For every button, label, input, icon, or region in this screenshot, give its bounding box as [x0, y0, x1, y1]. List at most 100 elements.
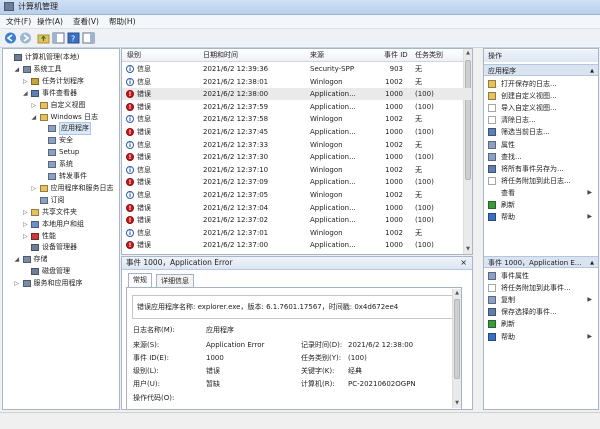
table-row[interactable]: i 信息 2021/6/2 12:37:33 Winlogon 1002 无	[122, 139, 472, 151]
forward-arrow-icon[interactable]	[19, 32, 32, 44]
table-row[interactable]: ! 错误 2021/6/2 12:37:45 Application... 1000 (1…	[122, 126, 472, 138]
menu-action[interactable]: 操作(A)	[37, 16, 63, 27]
table-row[interactable]: i 信息 2021/6/2 12:37:10 Winlogon 1002 无	[122, 164, 472, 176]
scroll-up-icon[interactable]: ▲	[453, 289, 461, 298]
action-refresh[interactable]: 刷新	[484, 318, 598, 330]
detail-scrollbar[interactable]: ▲ ▼	[452, 289, 461, 408]
action-find[interactable]: 查找...	[484, 151, 598, 163]
action-attach-task[interactable]: 将任务附加到此事件...	[484, 282, 598, 294]
help-book-icon[interactable]: ?	[67, 32, 80, 44]
tree-item[interactable]: ▷ 本地用户和组	[3, 219, 119, 230]
computer-icon	[14, 54, 22, 61]
expand-icon[interactable]: ▷	[23, 219, 30, 230]
action-refresh[interactable]: 刷新	[484, 199, 598, 211]
table-row[interactable]: ! 错误 2021/6/2 12:38:00 Application... 1000 (1…	[122, 88, 472, 101]
collapse-up-icon[interactable]: ▲	[590, 65, 594, 77]
collapse-icon[interactable]: ◢	[15, 254, 22, 265]
menu-help[interactable]: 帮助(H)	[109, 16, 136, 27]
scroll-thumb[interactable]	[454, 299, 460, 379]
tree-item[interactable]: ▷ 应用程序和服务日志	[3, 183, 119, 194]
tree-item[interactable]: 磁盘管理	[3, 266, 119, 277]
expand-icon[interactable]: ▷	[32, 183, 39, 194]
action-help[interactable]: 帮助 ▶	[484, 331, 598, 343]
tree-item[interactable]: 设备管理器	[3, 242, 119, 253]
show-actions-pane-icon[interactable]	[82, 32, 95, 44]
menu-view[interactable]: 查看(V)	[73, 16, 99, 27]
table-row[interactable]: i 信息 2021/6/2 12:37:05 Winlogon 1002 无	[122, 189, 472, 201]
action-attach-task[interactable]: 将任务附加到此日志...	[484, 175, 598, 187]
action-open-log[interactable]: 打开保存的日志...	[484, 78, 598, 90]
collapse-icon[interactable]: ◢	[32, 112, 39, 123]
tree-item[interactable]: 系统	[3, 159, 119, 170]
tree-item[interactable]: ▷ 性能	[3, 231, 119, 242]
tree-item[interactable]: 计算机管理(本地)	[3, 52, 119, 63]
tree-item[interactable]: ◢ 事件查看器	[3, 88, 119, 99]
column-header-task-category[interactable]: 任务类别	[415, 50, 443, 60]
cell-level: 信息	[137, 228, 151, 237]
tab-details[interactable]: 详细信息	[156, 274, 194, 287]
tree-item[interactable]: 应用程序	[3, 122, 119, 136]
action-copy[interactable]: 复制 ▶	[484, 294, 598, 306]
menu-file[interactable]: 文件(F)	[6, 16, 31, 27]
tab-general[interactable]: 常规	[128, 273, 152, 288]
table-row[interactable]: i 信息 2021/6/2 12:37:58 Winlogon 1002 无	[122, 113, 472, 125]
expand-icon[interactable]: ▷	[32, 100, 39, 111]
cell-level: 信息	[137, 140, 151, 149]
expand-icon[interactable]: ▷	[15, 278, 22, 289]
tree-item[interactable]: ◢ 系统工具	[3, 64, 119, 75]
table-row[interactable]: i 信息 2021/6/2 12:39:36 Security-SPP 903 无	[122, 63, 472, 75]
column-header-source[interactable]: 来源	[310, 50, 324, 60]
table-row[interactable]: ! 错误 2021/6/2 12:37:02 Application... 1000 (1…	[122, 214, 472, 226]
column-header-datetime[interactable]: 日期和时间	[203, 50, 238, 60]
tree-item[interactable]: ▷ 共享文件夹	[3, 207, 119, 218]
cell-level: 错误	[137, 216, 151, 225]
up-folder-icon[interactable]	[37, 32, 50, 44]
tree-item[interactable]: ◢ 存储	[3, 254, 119, 265]
column-header-event-id[interactable]: 事件 ID	[384, 50, 408, 60]
action-help[interactable]: 帮助 ▶	[484, 211, 598, 223]
collapse-icon[interactable]: ◢	[23, 88, 30, 99]
action-save[interactable]: 将所有事件另存为...	[484, 163, 598, 175]
title-bar: 计算机管理	[0, 0, 600, 15]
expand-icon[interactable]: ▷	[23, 231, 30, 242]
table-row[interactable]: i 信息 2021/6/2 12:37:01 Winlogon 1002 无	[122, 227, 472, 239]
tree-item[interactable]: 订阅	[3, 195, 119, 206]
back-arrow-icon[interactable]	[4, 32, 17, 44]
scroll-up-icon[interactable]: ▲	[464, 49, 472, 58]
table-row[interactable]: ! 错误 2021/6/2 12:37:30 Application... 1000 (1…	[122, 151, 472, 163]
scroll-down-icon[interactable]: ▼	[453, 399, 461, 408]
action-clear-log[interactable]: 清除日志...	[484, 114, 598, 126]
table-row[interactable]: ! 错误 2021/6/2 12:37:04 Application... 1000 (1…	[122, 202, 472, 214]
tree-item[interactable]: ▷ 服务和应用程序	[3, 278, 119, 289]
actions-section-header[interactable]: 应用程序 ▲	[484, 64, 598, 76]
table-row[interactable]: ! 错误 2021/6/2 12:37:00 Application... 1000 (1…	[122, 239, 472, 251]
tree-item[interactable]: Setup	[3, 147, 119, 158]
action-none[interactable]: 查看 ▶	[484, 187, 598, 199]
action-properties[interactable]: 属性	[484, 139, 598, 151]
action-import-view[interactable]: 导入自定义视图...	[484, 102, 598, 114]
expand-icon[interactable]: ▷	[23, 207, 30, 218]
action-event-properties[interactable]: 事件属性	[484, 270, 598, 282]
actions-section-header[interactable]: 事件 1000，Application E... ▲	[484, 256, 598, 268]
table-row[interactable]: ! 错误 2021/6/2 12:37:59 Application... 1000 (1…	[122, 101, 472, 113]
event-message-box[interactable]: 错误应用程序名称: explorer.exe，版本: 6.1.7601.1756…	[132, 295, 454, 319]
cell-level: 错误	[137, 178, 151, 187]
tree-item[interactable]: ▷ 任务计划程序	[3, 76, 119, 87]
table-row[interactable]: i 信息 2021/6/2 12:38:01 Winlogon 1002 无	[122, 76, 472, 88]
collapse-up-icon[interactable]: ▲	[590, 257, 594, 269]
action-label: 打开保存的日志...	[501, 80, 557, 88]
tree-item[interactable]: ◢ Windows 日志	[3, 112, 119, 123]
show-hide-tree-icon[interactable]	[52, 32, 65, 44]
tree-item[interactable]: 安全	[3, 135, 119, 146]
tree-item[interactable]: ▷ 自定义视图	[3, 100, 119, 111]
table-row[interactable]: ! 错误 2021/6/2 12:37:09 Application... 1000 (1…	[122, 176, 472, 188]
action-label: 查找...	[501, 152, 522, 161]
collapse-icon[interactable]: ◢	[15, 64, 22, 75]
tree-item[interactable]: 转发事件	[3, 171, 119, 182]
action-save[interactable]: 保存选择的事件...	[484, 306, 598, 318]
column-header-level[interactable]: 级别	[127, 50, 141, 60]
expand-icon[interactable]: ▷	[23, 76, 30, 87]
action-create-view[interactable]: 创建自定义视图...	[484, 90, 598, 102]
action-filter[interactable]: 筛选当前日志...	[484, 126, 598, 138]
close-icon[interactable]: ×	[460, 258, 467, 268]
